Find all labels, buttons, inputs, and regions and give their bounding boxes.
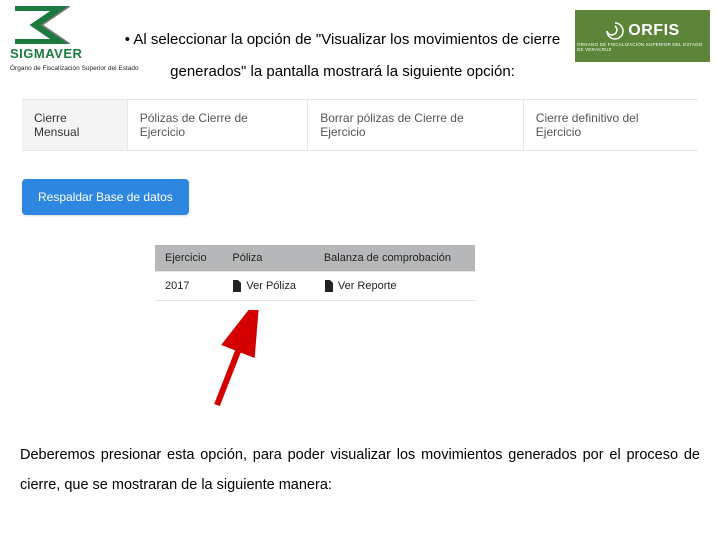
col-balanza: Balanza de comprobación [314, 245, 475, 272]
document-icon [324, 280, 334, 292]
tab-borrar-polizas[interactable]: Borrar pólizas de Cierre de Ejercicio [308, 100, 524, 150]
tab-cierre-mensual[interactable]: Cierre Mensual [22, 100, 128, 150]
col-poliza: Póliza [222, 245, 313, 272]
footer-instruction: Deberemos presionar esta opción, para po… [20, 440, 700, 501]
orfis-swirl-icon [605, 21, 625, 41]
sigmaver-logo: SIGMAVER Órgano de Fiscalización Superio… [10, 6, 110, 72]
tab-cierre-definitivo[interactable]: Cierre definitivo del Ejercicio [524, 100, 698, 150]
document-icon [232, 280, 242, 292]
tab-polizas-cierre[interactable]: Pólizas de Cierre de Ejercicio [128, 100, 309, 150]
organo-text: Órgano de Fiscalización Superior del Est… [10, 65, 110, 72]
tab-bar: Cierre Mensual Pólizas de Cierre de Ejer… [22, 100, 698, 150]
orfis-logo: ORFIS ÓRGANO DE FISCALIZACIÓN SUPERIOR D… [575, 10, 710, 62]
backup-button[interactable]: Respaldar Base de datos [22, 179, 189, 215]
table-row: 2017 Ver Póliza Ver Reporte [155, 272, 475, 301]
ver-reporte-link[interactable]: Ver Reporte [324, 280, 465, 292]
orfis-text: ORFIS [628, 22, 679, 40]
ver-reporte-label: Ver Reporte [338, 280, 397, 292]
cell-year: 2017 [155, 272, 222, 301]
orfis-subtitle: ÓRGANO DE FISCALIZACIÓN SUPERIOR DEL EST… [577, 42, 708, 52]
sigma-icon [10, 6, 70, 44]
table-header-row: Ejercicio Póliza Balanza de comprobación [155, 245, 475, 272]
app-screenshot: Cierre Mensual Pólizas de Cierre de Ejer… [22, 99, 698, 151]
movements-table: Ejercicio Póliza Balanza de comprobación… [155, 245, 475, 301]
sigmaver-text: SIGMAVER [10, 46, 82, 61]
red-arrow-annotation [207, 310, 267, 410]
col-ejercicio: Ejercicio [155, 245, 222, 272]
ver-poliza-link[interactable]: Ver Póliza [232, 280, 303, 292]
ver-poliza-label: Ver Póliza [246, 280, 296, 292]
instruction-text: • Al seleccionar la opción de "Visualiza… [118, 6, 567, 87]
